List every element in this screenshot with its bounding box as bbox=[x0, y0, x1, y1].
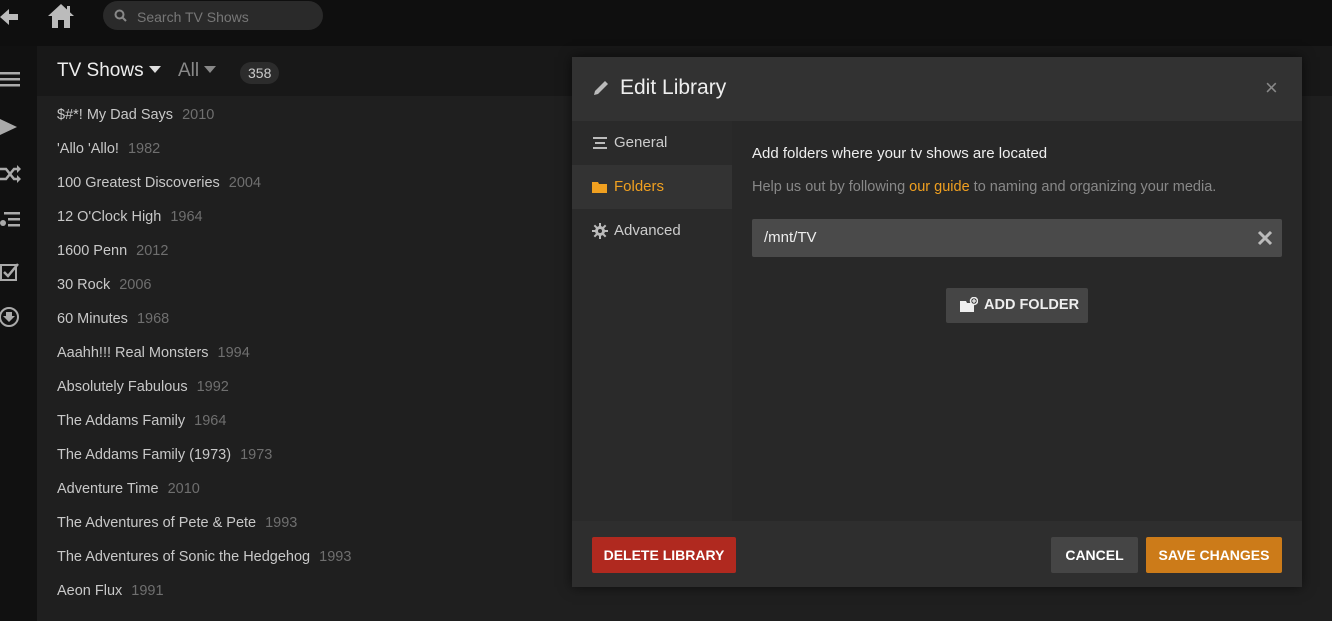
remove-folder-icon[interactable] bbox=[1255, 228, 1275, 248]
list-item[interactable]: 'Allo 'Allo! 1982 bbox=[57, 132, 351, 166]
add-folder-button[interactable]: ADD FOLDER bbox=[946, 288, 1088, 323]
show-title: 100 Greatest Discoveries bbox=[57, 175, 220, 191]
tab-label: General bbox=[614, 134, 668, 151]
list-item[interactable]: The Adventures of Pete & Pete 1993 bbox=[57, 506, 351, 540]
show-title: Adventure Time bbox=[57, 481, 159, 497]
show-year: 1994 bbox=[217, 345, 250, 361]
playlist-icon[interactable] bbox=[0, 209, 22, 231]
list-item[interactable]: The Adventures of Sonic the Hedgehog 1993 bbox=[57, 540, 351, 574]
dialog-title: Edit Library bbox=[620, 76, 727, 99]
dialog-header: Edit Library × bbox=[572, 57, 1302, 121]
list-item[interactable]: $#*! My Dad Says 2010 bbox=[57, 98, 351, 132]
panel-heading: Add folders where your tv shows are loca… bbox=[752, 145, 1048, 162]
show-title: Absolutely Fabulous bbox=[57, 379, 188, 395]
save-changes-button[interactable]: SAVE CHANGES bbox=[1146, 537, 1282, 573]
chevron-down-icon bbox=[148, 66, 161, 73]
filter-label: All bbox=[178, 60, 200, 81]
show-title: 60 Minutes bbox=[57, 311, 128, 327]
show-year: 1964 bbox=[170, 209, 203, 225]
add-folder-label: ADD FOLDER bbox=[984, 297, 1080, 313]
pencil-icon bbox=[594, 81, 608, 95]
show-year: 2010 bbox=[167, 481, 200, 497]
chevron-down-icon bbox=[204, 66, 217, 73]
folders-panel: Add folders where your tv shows are loca… bbox=[732, 121, 1302, 521]
help-prefix: Help us out by following bbox=[752, 179, 910, 195]
show-title: $#*! My Dad Says bbox=[57, 107, 174, 123]
show-year: 2004 bbox=[228, 175, 262, 191]
show-title: 30 Rock bbox=[57, 277, 111, 293]
tab-label: Folders bbox=[614, 178, 665, 195]
back-arrow-icon[interactable] bbox=[0, 6, 20, 28]
show-year: 1993 bbox=[265, 515, 298, 531]
show-title: The Adventures of Sonic the Hedgehog bbox=[57, 549, 311, 565]
list-item[interactable]: 60 Minutes 1968 bbox=[57, 302, 351, 336]
show-title: 1600 Penn bbox=[57, 243, 128, 259]
search-input[interactable] bbox=[135, 5, 319, 29]
show-list: $#*! My Dad Says 2010 'Allo 'Allo! 1982 10… bbox=[57, 98, 351, 608]
show-title: 'Allo 'Allo! bbox=[57, 141, 119, 157]
folder-row: /mnt/TV bbox=[752, 219, 1282, 257]
search-box[interactable] bbox=[103, 1, 323, 30]
help-text: Help us out by following our guide to na… bbox=[752, 179, 1216, 195]
show-year: 1993 bbox=[319, 549, 352, 565]
list-item[interactable]: 30 Rock 2006 bbox=[57, 268, 351, 302]
show-title: The Addams Family bbox=[57, 413, 186, 429]
tab-advanced[interactable]: Advanced bbox=[572, 209, 732, 253]
show-title: Aeon Flux bbox=[57, 583, 123, 599]
list-item[interactable]: The Addams Family (1973) 1973 bbox=[57, 438, 351, 472]
play-icon[interactable] bbox=[0, 116, 22, 138]
list-item[interactable]: Adventure Time 2010 bbox=[57, 472, 351, 506]
show-year: 1968 bbox=[136, 311, 170, 327]
home-icon[interactable] bbox=[46, 2, 76, 30]
dialog-sidebar: General Folders Advanced bbox=[572, 121, 732, 521]
show-year: 2006 bbox=[119, 277, 152, 293]
show-title: Aaahh!!! Real Monsters bbox=[57, 345, 209, 361]
folder-icon bbox=[592, 182, 607, 193]
download-icon[interactable] bbox=[0, 306, 22, 328]
menu-icon[interactable] bbox=[0, 68, 22, 90]
list-icon bbox=[593, 137, 607, 149]
tab-general[interactable]: General bbox=[572, 121, 732, 165]
close-icon[interactable]: × bbox=[1265, 77, 1278, 99]
gear-icon bbox=[592, 223, 608, 239]
folder-path: /mnt/TV bbox=[764, 229, 817, 246]
list-item[interactable]: 1600 Penn 2012 bbox=[57, 234, 351, 268]
show-year: 1964 bbox=[194, 413, 227, 429]
checklist-icon[interactable] bbox=[0, 261, 22, 283]
tab-label: Advanced bbox=[614, 222, 681, 239]
show-year: 1991 bbox=[131, 583, 164, 599]
shuffle-icon[interactable] bbox=[0, 163, 22, 185]
library-title: TV Shows bbox=[57, 60, 144, 81]
guide-link[interactable]: our guide bbox=[909, 179, 969, 195]
show-year: 1973 bbox=[240, 447, 273, 463]
list-item[interactable]: Absolutely Fabulous 1992 bbox=[57, 370, 351, 404]
list-item[interactable]: 12 O'Clock High 1964 bbox=[57, 200, 351, 234]
show-title: 12 O'Clock High bbox=[57, 209, 162, 225]
show-title: The Adventures of Pete & Pete bbox=[57, 515, 257, 531]
tab-folders[interactable]: Folders bbox=[572, 165, 732, 209]
left-rail bbox=[0, 46, 37, 621]
filter-selector[interactable]: All bbox=[178, 60, 217, 82]
cancel-button[interactable]: CANCEL bbox=[1051, 537, 1138, 573]
show-title: The Addams Family (1973) bbox=[57, 447, 232, 463]
dialog-footer: DELETE LIBRARY CANCEL SAVE CHANGES bbox=[572, 521, 1302, 587]
list-item[interactable]: Aaahh!!! Real Monsters 1994 bbox=[57, 336, 351, 370]
item-count-badge: 358 bbox=[240, 62, 280, 84]
search-icon bbox=[114, 9, 127, 22]
show-year: 2012 bbox=[136, 243, 169, 259]
library-selector[interactable]: TV Shows bbox=[57, 60, 161, 82]
top-bar bbox=[0, 0, 1332, 46]
edit-library-dialog: Edit Library × General Folders Advanced bbox=[572, 57, 1302, 587]
help-suffix: to naming and organizing your media. bbox=[969, 179, 1217, 195]
delete-library-button[interactable]: DELETE LIBRARY bbox=[592, 537, 736, 573]
show-year: 1982 bbox=[127, 141, 161, 157]
list-item[interactable]: 100 Greatest Discoveries 2004 bbox=[57, 166, 351, 200]
list-item[interactable]: The Addams Family 1964 bbox=[57, 404, 351, 438]
list-item[interactable]: Aeon Flux 1991 bbox=[57, 574, 351, 608]
show-year: 1992 bbox=[196, 379, 229, 395]
add-folder-icon bbox=[960, 297, 978, 312]
show-year: 2010 bbox=[182, 107, 215, 123]
